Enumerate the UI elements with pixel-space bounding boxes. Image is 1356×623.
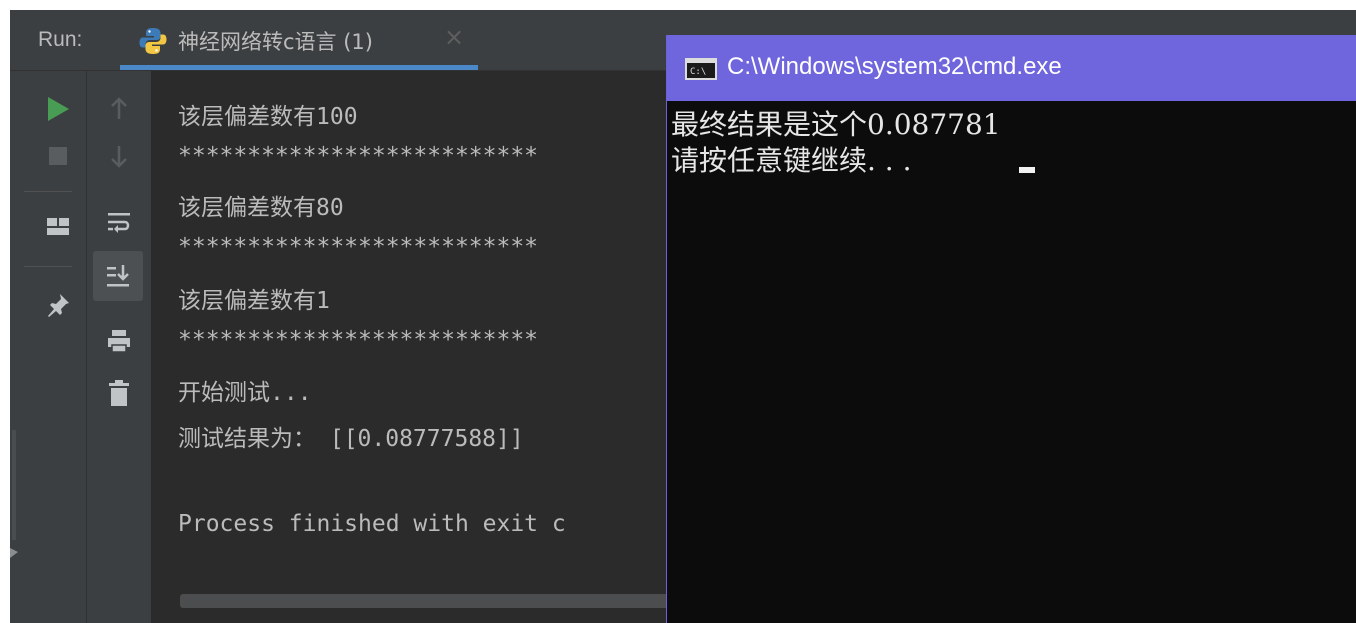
- close-icon[interactable]: ×: [444, 23, 464, 51]
- console-line: **************************: [178, 327, 539, 353]
- run-icon[interactable]: [38, 89, 78, 129]
- svg-text:C:\: C:\: [690, 67, 706, 77]
- cmd-window: C:\ C:\Windows\system32\cmd.exe 最终结果是这个0…: [666, 35, 1356, 623]
- print-icon[interactable]: [99, 321, 139, 361]
- run-tab[interactable]: 神经网络转c语言 (1) ×: [120, 10, 478, 70]
- trash-icon[interactable]: [99, 373, 139, 413]
- cmd-output-line: 最终结果是这个0.087781: [671, 108, 1001, 141]
- cmd-output-line: 请按任意键继续. . .: [671, 144, 912, 177]
- console-output[interactable]: 该层偏差数有100 ************************** 该层偏…: [151, 71, 711, 623]
- active-tab-indicator: [120, 65, 478, 70]
- console-line: **************************: [178, 234, 539, 260]
- cmd-window-title: C:\Windows\system32\cmd.exe: [727, 53, 1062, 80]
- cmd-cursor: [1019, 167, 1035, 173]
- console-line: 该层偏差数有80: [178, 195, 344, 221]
- cmd-icon: C:\: [685, 58, 717, 84]
- console-line: 测试结果为： [[0.08777588]]: [178, 426, 524, 452]
- scroll-to-end-icon[interactable]: [93, 251, 143, 301]
- toolbar-separator: [24, 266, 72, 267]
- favorites-side-tab[interactable]: [10, 430, 20, 560]
- cmd-title-bar[interactable]: C:\ C:\Windows\system32\cmd.exe: [667, 35, 1356, 101]
- console-line: 开始测试...: [178, 380, 312, 406]
- pin-icon[interactable]: [38, 285, 78, 325]
- up-arrow-icon[interactable]: [99, 89, 139, 129]
- console-line: Process finished with exit c: [178, 511, 566, 537]
- run-label: Run:: [38, 28, 83, 51]
- run-tab-title: 神经网络转c语言 (1): [178, 30, 373, 54]
- toolbar-separator: [24, 191, 72, 192]
- run-toolbar-left: [10, 71, 87, 623]
- stop-icon[interactable]: [38, 136, 78, 176]
- soft-wrap-icon[interactable]: [99, 203, 139, 243]
- console-line: 该层偏差数有1: [178, 288, 330, 314]
- run-toolbar-right: [87, 71, 152, 623]
- down-arrow-icon[interactable]: [99, 136, 139, 176]
- horizontal-scrollbar[interactable]: [180, 594, 680, 608]
- layout-icon[interactable]: [38, 207, 78, 247]
- console-line: **************************: [178, 143, 539, 169]
- python-icon: [138, 26, 168, 56]
- console-line: 该层偏差数有100: [178, 104, 358, 130]
